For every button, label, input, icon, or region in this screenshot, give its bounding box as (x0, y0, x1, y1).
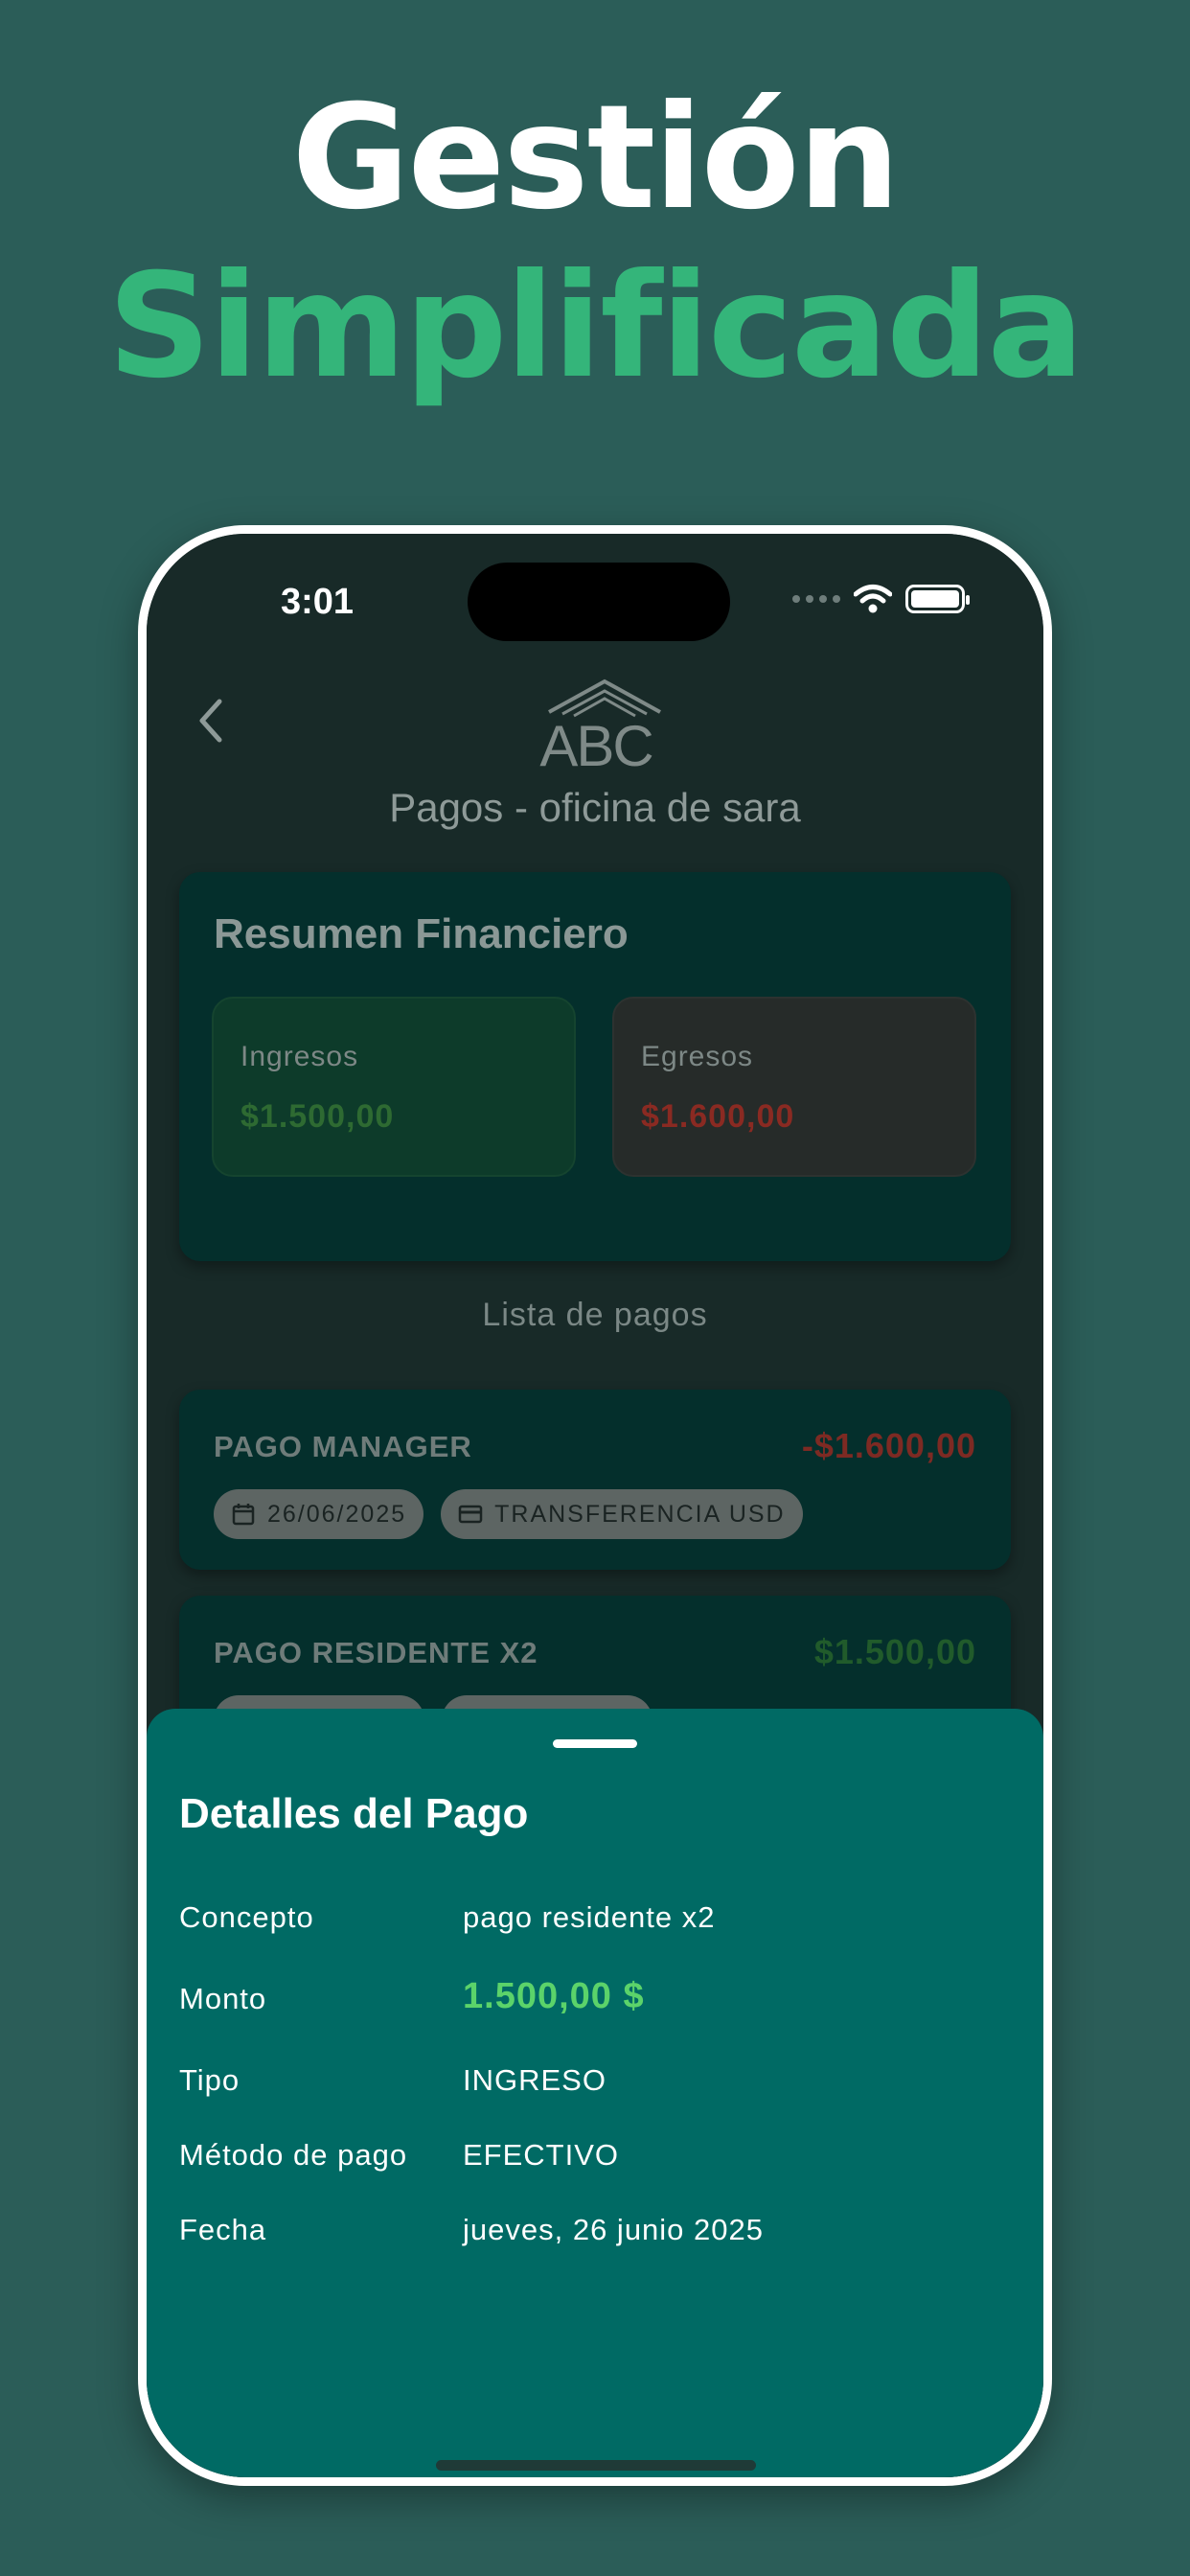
expense-value: $1.600,00 (641, 1098, 795, 1135)
app-screen: 3:01 ABC Pagos - oficina de sara Resumen… (147, 534, 1043, 2477)
sheet-drag-handle[interactable] (553, 1739, 637, 1748)
income-value: $1.500,00 (240, 1098, 395, 1135)
detail-value: pago residente x2 (463, 1900, 716, 1934)
sheet-title: Detalles del Pago (179, 1790, 529, 1837)
promo-headline: Gestión Simplificada (0, 86, 1190, 399)
payments-list-title: Lista de pagos (482, 1297, 708, 1333)
payment-name: PAGO RESIDENTE X2 (214, 1636, 538, 1669)
calendar-icon (232, 1504, 255, 1526)
payment-amount: -$1.600,00 (801, 1426, 976, 1465)
detail-label: Tipo (179, 2063, 240, 2097)
date-chip: 26/06/2025 (214, 1489, 424, 1539)
detail-row-concept: Concepto pago residente x2 (179, 1900, 1003, 1948)
detail-value: EFECTIVO (463, 2138, 620, 2172)
method-chip: TRANSFERENCIA USD (441, 1489, 803, 1539)
detail-row-amount: Monto 1.500,00 $ (179, 1976, 1003, 2030)
svg-text:ABC: ABC (539, 714, 652, 773)
expense-box: Egresos $1.600,00 (612, 997, 976, 1177)
page-title: Pagos - oficina de sara (389, 785, 801, 830)
date-chip-label: 26/06/2025 (267, 1500, 407, 1528)
expense-label: Egresos (641, 1041, 754, 1072)
back-chevron-icon[interactable] (187, 692, 235, 749)
home-indicator (436, 2460, 756, 2471)
battery-icon (905, 585, 970, 613)
dynamic-island (468, 563, 730, 641)
payment-amount: $1.500,00 (813, 1632, 976, 1671)
detail-row-method: Método de pago EFECTIVO (179, 2138, 1003, 2186)
detail-label: Método de pago (179, 2138, 408, 2172)
detail-row-date: Fecha jueves, 26 junio 2025 (179, 2213, 1003, 2261)
detail-label: Fecha (179, 2213, 267, 2246)
headline-line-1: Gestión (291, 75, 900, 242)
payment-chips: 26/06/2025 TRANSFERENCIA USD (214, 1489, 803, 1539)
income-box: Ingresos $1.500,00 (212, 997, 576, 1177)
detail-value: INGRESO (463, 2063, 606, 2097)
detail-label: Monto (179, 1982, 267, 2015)
detail-value: jueves, 26 junio 2025 (463, 2213, 765, 2246)
phone-frame: 3:01 ABC Pagos - oficina de sara Resumen… (138, 525, 1052, 2486)
income-label: Ingresos (240, 1041, 359, 1072)
payment-details-sheet: Detalles del Pago Concepto pago resident… (147, 1709, 1043, 2477)
payment-card[interactable]: PAGO MANAGER -$1.600,00 26/06/2025 TRANS… (179, 1390, 1011, 1570)
card-icon (458, 1505, 483, 1524)
abc-logo: ABC (539, 678, 661, 773)
summary-title: Resumen Financiero (214, 910, 629, 957)
detail-label: Concepto (179, 1900, 314, 1934)
payment-name: PAGO MANAGER (214, 1430, 472, 1463)
wifi-icon (854, 585, 892, 613)
financial-summary-card: Resumen Financiero Ingresos $1.500,00 Eg… (179, 872, 1011, 1261)
status-icons (792, 584, 970, 614)
detail-value: 1.500,00 $ (463, 1976, 645, 2016)
method-chip-label: TRANSFERENCIA USD (494, 1500, 786, 1528)
signal-dots-icon (792, 595, 840, 603)
status-time: 3:01 (281, 582, 355, 622)
headline-line-2: Simplificada (107, 243, 1084, 410)
detail-row-type: Tipo INGRESO (179, 2063, 1003, 2111)
